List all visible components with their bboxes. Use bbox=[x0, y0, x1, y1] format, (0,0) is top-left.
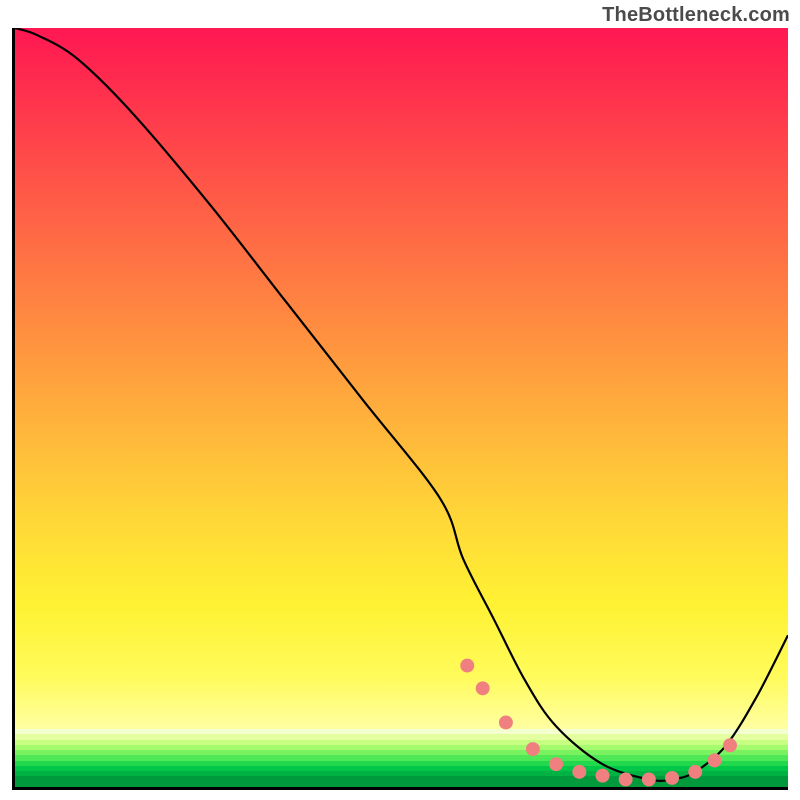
marker-dot bbox=[708, 753, 722, 767]
marker-dot bbox=[665, 771, 679, 785]
bottleneck-curve-path bbox=[15, 28, 788, 781]
marker-dot bbox=[723, 738, 737, 752]
chart-canvas: TheBottleneck.com bbox=[0, 0, 800, 800]
marker-dot bbox=[596, 769, 610, 783]
marker-dot bbox=[476, 681, 490, 695]
marker-dot bbox=[572, 765, 586, 779]
marker-dot bbox=[499, 715, 513, 729]
marker-dot bbox=[619, 772, 633, 786]
marker-dots-group bbox=[460, 659, 737, 787]
marker-dot bbox=[688, 765, 702, 779]
marker-dot bbox=[460, 659, 474, 673]
marker-dot bbox=[642, 772, 656, 786]
plot-area bbox=[12, 28, 788, 790]
marker-dot bbox=[526, 742, 540, 756]
watermark-text: TheBottleneck.com bbox=[602, 4, 790, 27]
curve-svg bbox=[15, 28, 788, 787]
marker-dot bbox=[549, 757, 563, 771]
